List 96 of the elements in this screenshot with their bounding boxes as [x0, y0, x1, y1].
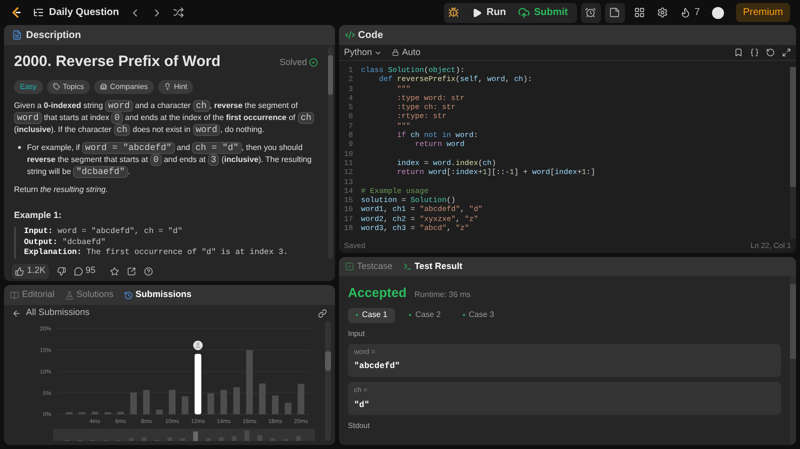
case-tab[interactable]: Case 2 — [401, 308, 449, 322]
scrollbar[interactable] — [325, 321, 331, 441]
building-icon — [100, 83, 107, 90]
lightbulb-icon — [164, 83, 171, 90]
panel-tab[interactable]: Description — [26, 28, 82, 42]
alarm-clock-icon — [585, 7, 596, 18]
document-icon — [12, 30, 22, 40]
book-icon — [10, 290, 19, 300]
bar — [92, 412, 98, 414]
example-line: Explanation: The first occurrence of "d" is at index 3. — [24, 248, 290, 258]
bar — [130, 392, 137, 414]
panel-tab[interactable]: Code — [358, 28, 383, 42]
example-line: Input: word = "abcdefd", ch = "d" — [24, 227, 184, 238]
bar — [259, 383, 266, 414]
dislike-icon[interactable] — [56, 266, 66, 276]
bullet-text: For example, if word = "abcdefd" and ch = "d" , then you should reverse the segment that starts at 0 and ends at 3 (inclusive). The resulting string will be "dcbaefd" . — [27, 142, 313, 178]
auto-toggle[interactable]: Auto — [392, 46, 421, 60]
example-heading: Example 1: — [14, 208, 63, 222]
reset-icon[interactable] — [766, 48, 775, 57]
language-select[interactable]: Python — [344, 46, 382, 60]
panel-tab[interactable]: Editorial — [10, 288, 55, 302]
debug-icon[interactable] — [448, 7, 459, 18]
bullet-icon — [18, 146, 21, 148]
avatar-icon — [193, 340, 203, 350]
bar — [78, 412, 86, 414]
bar — [208, 393, 214, 414]
bar — [104, 412, 112, 414]
bookmark-icon[interactable] — [734, 48, 743, 57]
play-icon — [472, 8, 482, 18]
bar — [143, 390, 150, 414]
checkbox-icon — [345, 262, 354, 271]
back-link[interactable]: All Submissions — [12, 306, 90, 320]
bar — [194, 354, 202, 414]
tag-icon — [52, 83, 60, 90]
settings-icon[interactable] — [657, 7, 668, 18]
terminal-icon — [402, 262, 412, 271]
notes-button[interactable] — [604, 2, 625, 22]
thumbs-up-icon — [15, 266, 24, 276]
submit-button[interactable]: Submit — [513, 5, 573, 20]
bar — [117, 412, 124, 414]
panel-tab[interactable]: Testcase — [345, 260, 393, 274]
expand-icon[interactable] — [782, 48, 791, 57]
problem-list-button[interactable]: Daily Question — [33, 5, 120, 20]
history-icon — [124, 290, 133, 300]
star-icon[interactable] — [110, 266, 119, 276]
input-value: "d" — [354, 398, 370, 412]
problem-title: 2000. Reverse Prefix of Word — [14, 52, 220, 72]
solved-label: Solved — [279, 56, 307, 68]
bar — [220, 390, 228, 414]
bar — [233, 387, 240, 414]
runtime-text: Runtime: 36 ms — [414, 288, 471, 300]
list-icon — [33, 7, 44, 18]
bar — [272, 395, 279, 414]
run-button[interactable]: Run — [466, 5, 511, 20]
streak-button[interactable]: 7 — [680, 5, 700, 20]
timer-button[interactable] — [580, 2, 601, 22]
logo-icon[interactable] — [10, 6, 23, 19]
premium-button[interactable]: Premium — [736, 3, 790, 22]
comment-icon — [74, 266, 83, 276]
description-text: Given a 0-indexed string word and a character ch , reverse the segment of word that starts at index 0 and ends at the index of the first occurrence of ch (inclusive). If the character ch does not exist in word , do nothing. — [14, 100, 318, 136]
comments-button[interactable]: 95 — [74, 264, 96, 278]
example-line: Output: "dcbaefd" — [24, 238, 107, 248]
link-icon[interactable] — [318, 308, 327, 318]
help-icon[interactable] — [144, 266, 153, 276]
input-value: "abcdefd" — [354, 360, 401, 373]
note-icon — [609, 7, 620, 18]
bar — [168, 390, 176, 414]
panel-tab[interactable]: Submissions — [124, 288, 192, 302]
cloud-upload-icon — [518, 6, 530, 18]
lock-icon — [392, 49, 400, 56]
share-icon[interactable] — [126, 266, 136, 276]
shuffle-icon[interactable] — [173, 7, 184, 18]
bar — [66, 412, 72, 414]
bar — [298, 384, 304, 414]
check-icon — [309, 58, 318, 67]
bar — [284, 402, 292, 414]
scrollbar[interactable] — [790, 67, 796, 239]
panel-tab[interactable]: Test Result — [402, 260, 462, 274]
code-icon — [345, 30, 355, 40]
bar — [246, 350, 253, 414]
like-button[interactable]: 1.2K — [12, 264, 49, 278]
verdict: Accepted — [348, 284, 407, 302]
description-text: Return the resulting string. — [14, 184, 109, 194]
braces-icon[interactable] — [750, 48, 759, 57]
case-tab[interactable]: Case 1 — [348, 308, 396, 322]
flask-icon — [64, 290, 74, 300]
back-arrow-icon — [12, 308, 21, 318]
scrollbar[interactable] — [790, 276, 796, 445]
bar — [182, 396, 188, 414]
panel-tab[interactable]: Solutions — [64, 288, 114, 302]
avatar[interactable] — [712, 6, 724, 18]
layout-icon[interactable] — [634, 7, 646, 18]
bar — [156, 410, 163, 414]
case-tab[interactable]: Case 3 — [454, 308, 502, 322]
flame-icon — [680, 7, 692, 18]
scrollbar[interactable] — [328, 47, 333, 259]
